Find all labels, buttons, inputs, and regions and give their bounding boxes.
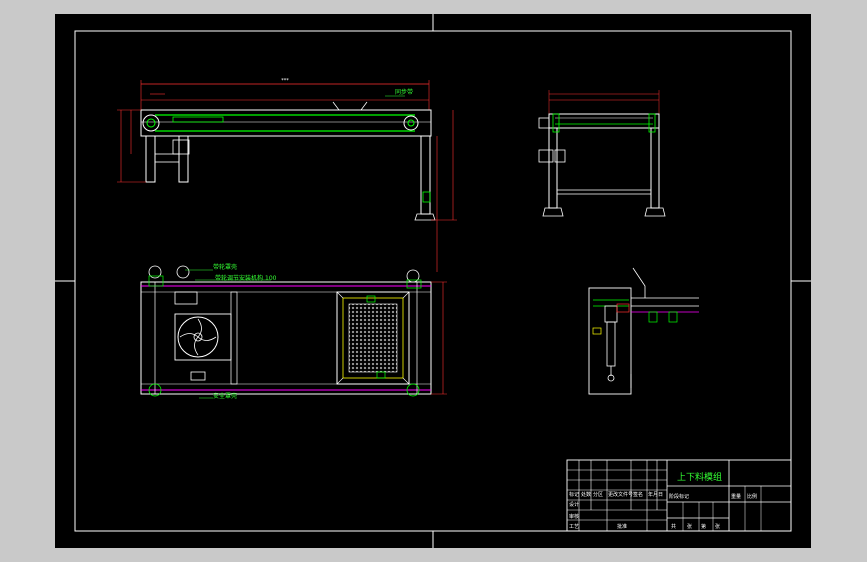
tb-row-design: 设计 <box>569 501 579 508</box>
tb-col-change: 更改文件号 <box>608 491 633 498</box>
tb-sheets: 张 <box>687 523 692 530</box>
top-view: 带轮罩壳 带轮调节安装机构 100 安全罩壳 <box>140 263 447 400</box>
front-view: *** 同步带 <box>117 78 457 272</box>
drawing-sheet[interactable]: *** 同步带 带轮罩壳 带轮调节安装机构 100 安全罩壳 上下料模组 标记 … <box>55 14 811 548</box>
tb-col-date: 年月日 <box>648 491 663 498</box>
tb-total: 共 <box>671 523 676 530</box>
callout-suffix: 100 <box>265 275 277 282</box>
tb-no: 第 <box>701 523 706 530</box>
callout-pulley-adjuster: 带轮调节安装机构 <box>215 274 263 282</box>
tb-stage-mark: 阶段标记 <box>669 493 689 500</box>
tb-row-process: 工艺 <box>569 524 579 530</box>
callout-safety-cover: 安全罩壳 <box>213 392 237 400</box>
detail-view <box>588 267 699 395</box>
top-dimension-label: *** <box>281 78 289 84</box>
tb-sheet: 张 <box>715 523 720 530</box>
tb-col-mark: 标记 <box>569 491 579 498</box>
tb-weight: 重量 <box>731 493 741 500</box>
drawing-title: 上下料模组 <box>677 471 722 483</box>
cad-canvas[interactable]: *** 同步带 带轮罩壳 带轮调节安装机构 100 安全罩壳 上下料模组 标记 … <box>55 14 811 548</box>
tb-col-sign: 签名 <box>633 491 643 498</box>
tb-row-review: 审核 <box>569 513 579 520</box>
title-block: 上下料模组 标记 处数 分区 更改文件号 签名 年月日 设计 审核 工艺 批准 … <box>566 459 792 532</box>
belt-label: 同步带 <box>395 88 413 96</box>
tb-approve: 批准 <box>617 523 627 530</box>
tb-col-count: 处数 <box>581 491 591 498</box>
side-view <box>538 90 666 217</box>
callout-pulley-cover: 带轮罩壳 <box>213 263 237 271</box>
tb-scale: 比例 <box>747 493 757 500</box>
inner-frame <box>74 30 792 532</box>
tb-col-zone: 分区 <box>593 491 603 498</box>
